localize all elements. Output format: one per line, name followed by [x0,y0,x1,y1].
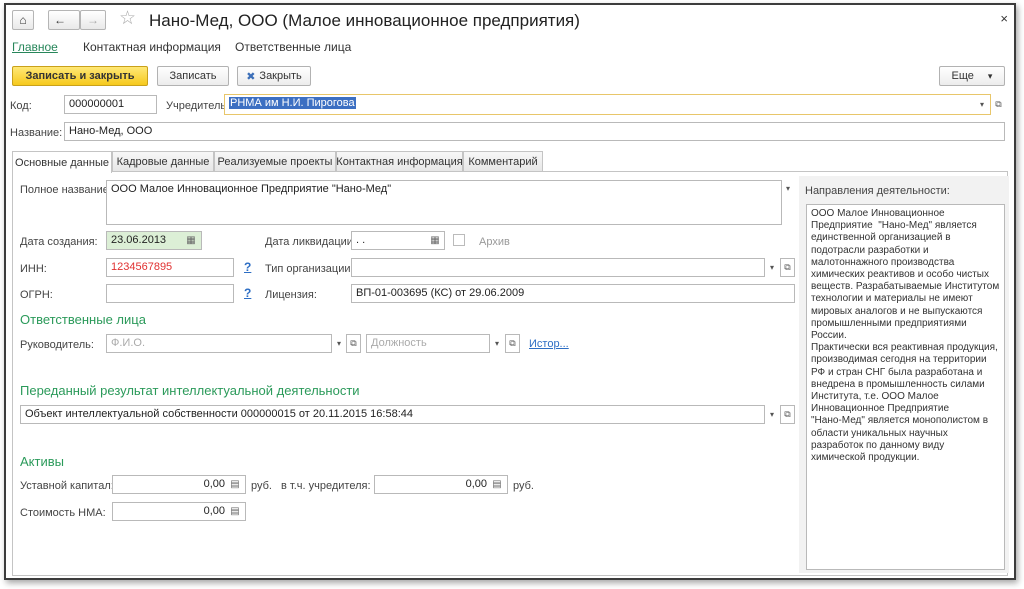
org-type-dropdown-icon[interactable]: ▾ [765,259,779,276]
home-icon: ⌂ [19,13,27,27]
full-name-dropdown-icon[interactable]: ▾ [781,180,795,197]
license-field[interactable]: ВП-01-003695 (КС) от 29.06.2009 [351,284,795,303]
more-button-label: Еще [951,70,974,82]
org-type-field[interactable] [351,258,765,277]
calendar-icon[interactable]: ▦ [428,233,442,247]
calendar-icon[interactable]: ▦ [184,233,198,247]
org-type-open-icon[interactable]: ⧉ [780,258,795,277]
back-button[interactable]: ← [48,10,80,30]
full-name-field[interactable]: ООО Малое Инновационное Предприятие "Нан… [106,180,782,225]
close-button[interactable]: ✖ Закрыть [237,66,311,86]
name-field[interactable]: Нано-Мед, ООО [64,122,1005,141]
result-field[interactable]: Объект интеллектуальной собственности 00… [20,405,765,424]
position-dropdown-icon[interactable]: ▾ [490,335,504,352]
home-button[interactable]: ⌂ [12,10,34,30]
founder-share-label: в т.ч. учредителя: [281,480,371,492]
close-button-label: Закрыть [259,70,302,82]
inn-field[interactable]: 1234567895 [106,258,234,277]
archive-checkbox[interactable] [453,234,465,246]
capital-label: Уставной капитал: [20,480,114,492]
nma-label: Стоимость НМА: [20,507,106,519]
favorite-star-icon[interactable]: ☆ [119,7,136,30]
arrow-left-icon: ← [54,13,66,27]
forward-button[interactable]: → [80,10,106,30]
license-label: Лицензия: [265,289,317,301]
capital-field[interactable]: 0,00 [112,475,246,494]
manager-dropdown-icon[interactable]: ▾ [332,335,346,352]
position-placeholder: Должность [371,337,427,349]
name-label: Название: [10,127,63,139]
result-open-icon[interactable]: ⧉ [780,405,795,424]
code-field[interactable]: 000000001 [64,95,157,114]
full-name-label: Полное название: [20,184,112,196]
founder-value: РНМА им Н.И. Пирогова [229,97,356,109]
manager-open-icon[interactable]: ⧉ [346,334,361,353]
calculator-icon[interactable]: ▤ [228,504,242,518]
close-icon: ✖ [246,70,256,83]
archive-label: Архив [479,236,510,248]
inn-help-link[interactable]: ? [244,260,251,274]
manager-label: Руководитель: [20,339,94,351]
tab-main-data[interactable]: Основные данные [12,151,112,173]
ogrn-help-link[interactable]: ? [244,286,251,300]
ogrn-label: ОГРН: [20,289,53,301]
result-heading: Переданный результат интеллектуальной де… [20,383,360,398]
capital-currency: руб. [251,480,272,492]
manager-name-placeholder: Ф.И.О. [111,337,145,349]
history-link[interactable]: Истор... [529,338,569,350]
form-window: ⌂ ← → ☆ Нано-Мед, ООО (Малое инновационн… [4,3,1016,580]
founder-open-icon[interactable]: ⧉ [991,95,1006,114]
activity-textarea[interactable]: ООО Малое Инновационное Предприятие "Нан… [806,204,1005,570]
manager-name-field[interactable]: Ф.И.О. [106,334,332,353]
tab-hr-data[interactable]: Кадровые данные [112,151,214,172]
manager-position-field[interactable]: Должность [366,334,490,353]
tab-projects[interactable]: Реализуемые проекты [214,151,336,172]
ogrn-field[interactable] [106,284,234,303]
org-type-label: Тип организации: [265,263,354,275]
section-main[interactable]: Главное [12,40,58,54]
close-window-icon[interactable]: × [1000,11,1008,26]
calculator-icon[interactable]: ▤ [228,477,242,491]
position-open-icon[interactable]: ⧉ [505,334,520,353]
founder-field[interactable]: РНМА им Н.И. Пирогова [224,94,991,115]
liquidation-date-label: Дата ликвидации: [265,236,356,248]
responsible-heading: Ответственные лица [20,312,146,327]
result-dropdown-icon[interactable]: ▾ [765,406,779,423]
tab-panel-main: Полное название: ООО Малое Инновационное… [12,171,1009,576]
window-title: Нано-Мед, ООО (Малое инновационное предп… [149,11,580,30]
founder-share-field[interactable]: 0,00 [374,475,508,494]
save-button[interactable]: Записать [157,66,229,86]
founder-dropdown-icon[interactable]: ▾ [975,96,989,113]
calculator-icon[interactable]: ▤ [490,477,504,491]
code-label: Код: [10,100,32,112]
inn-label: ИНН: [20,263,47,275]
section-contact-info[interactable]: Контактная информация [83,40,221,54]
chevron-down-icon: ▾ [987,70,993,81]
section-responsible-persons[interactable]: Ответственные лица [235,40,351,54]
arrow-right-icon: → [87,13,99,27]
nma-field[interactable]: 0,00 [112,502,246,521]
save-and-close-button[interactable]: Записать и закрыть [12,66,148,86]
activity-label: Направления деятельности: [805,185,950,197]
assets-heading: Активы [20,454,64,469]
founder-share-currency: руб. [513,480,534,492]
founder-label: Учредитель: [166,100,230,112]
created-date-label: Дата создания: [20,236,98,248]
tab-comment[interactable]: Комментарий [463,151,543,172]
tab-contact-info[interactable]: Контактная информация [336,151,463,172]
more-button[interactable]: Еще ▾ [939,66,1005,86]
